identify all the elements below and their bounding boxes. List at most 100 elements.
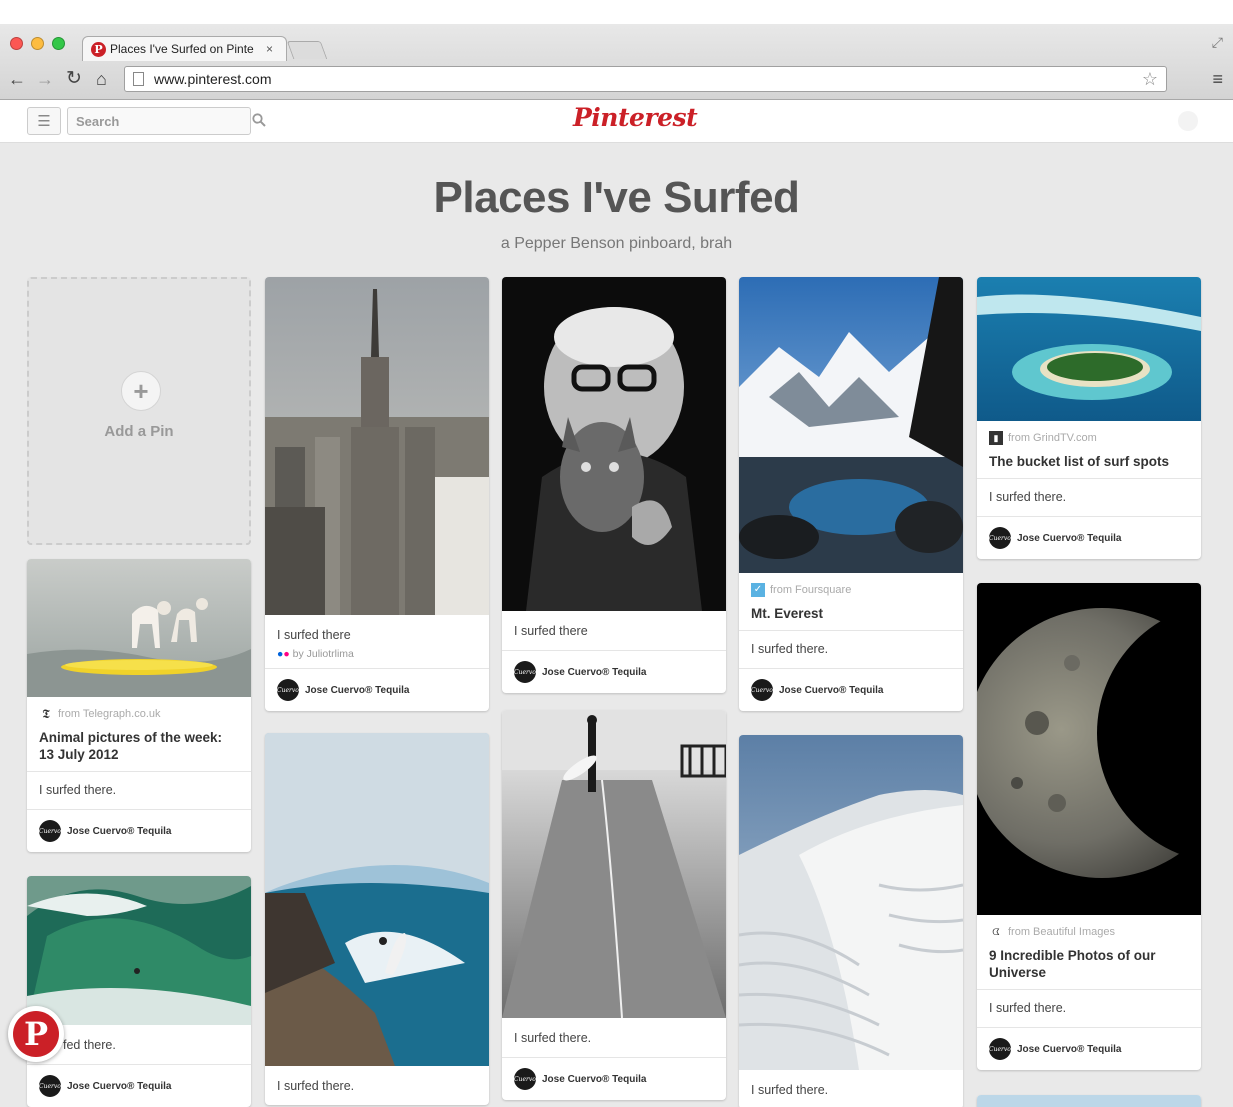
pin-source: from Telegraph.co.uk xyxy=(58,708,161,720)
pin-attribution[interactable]: Cuervo Jose Cuervo® Tequila xyxy=(977,1027,1201,1070)
search-icon[interactable] xyxy=(252,112,266,130)
pin-card[interactable] xyxy=(977,1095,1201,1107)
tab-title: Places I've Surfed on Pinte xyxy=(110,42,254,56)
pin-description: I surfed there. xyxy=(751,1083,829,1097)
pin-image-moon[interactable] xyxy=(977,583,1201,915)
pin-description: I surfed there. xyxy=(977,478,1201,516)
pin-image-dogs-surfing[interactable] xyxy=(27,559,251,697)
user-avatar[interactable] xyxy=(1178,111,1198,131)
beautiful-images-icon: ᗧ xyxy=(992,927,1000,937)
pin-image-white-sand-dune[interactable] xyxy=(739,735,963,1070)
pin-description: I surfed there xyxy=(514,624,588,638)
search-input[interactable] xyxy=(76,113,252,129)
pin-title[interactable]: Animal pictures of the week: 13 July 201… xyxy=(27,721,251,771)
close-window-button[interactable] xyxy=(10,37,23,50)
board-area: Places I've Surfed a Pepper Benson pinbo… xyxy=(0,143,1233,1107)
grindtv-icon: ▮ xyxy=(989,431,1003,445)
pin-attribution[interactable]: Cuervo Jose Cuervo® Tequila xyxy=(265,668,489,711)
back-arrow-icon[interactable]: ← xyxy=(8,70,26,88)
pin-attribution[interactable]: Cuervo Jose Cuervo® Tequila xyxy=(977,516,1201,559)
pin-attribution[interactable]: Cuervo Jose Cuervo® Tequila xyxy=(502,1057,726,1100)
pin-card[interactable]: I surfed there ●● by Juliotrlima Cuervo J… xyxy=(265,277,489,711)
pin-image-empire-state[interactable] xyxy=(265,277,489,615)
browser-tab[interactable]: P Places I've Surfed on Pinte × xyxy=(82,36,287,61)
pin-description: I surfed there. xyxy=(27,771,251,809)
avatar: Cuervo xyxy=(989,1038,1011,1060)
add-pin-label: Add a Pin xyxy=(104,423,174,440)
pin-via: by Juliotrlima xyxy=(292,648,354,660)
telegraph-icon: 𝕿 xyxy=(42,706,50,721)
pinterest-favicon-icon: P xyxy=(91,41,106,57)
browser-chrome: P Places I've Surfed on Pinte × ⤢ ← → ↻ … xyxy=(0,24,1233,100)
plus-icon: + xyxy=(121,371,161,411)
pinner-name: Jose Cuervo® Tequila xyxy=(67,1080,172,1092)
page-icon xyxy=(133,72,144,86)
pinner-name: Jose Cuervo® Tequila xyxy=(1017,532,1122,544)
pin-card[interactable]: I surfed there. xyxy=(265,733,489,1105)
foursquare-icon: ✓ xyxy=(751,583,765,597)
pin-card[interactable]: I surfed there. Cuervo Jose Cuervo® Tequi… xyxy=(502,710,726,1100)
add-pin-card[interactable]: + Add a Pin xyxy=(27,277,251,545)
pin-source: from Beautiful Images xyxy=(1008,926,1115,938)
pin-image-cliff-surfer[interactable] xyxy=(265,733,489,1066)
pin-source: from GrindTV.com xyxy=(1008,432,1097,444)
pin-title[interactable]: The bucket list of surf spots xyxy=(977,445,1201,478)
pin-attribution[interactable]: Cuervo Jose Cuervo® Tequila xyxy=(502,650,726,693)
pinner-name: Jose Cuervo® Tequila xyxy=(305,684,410,696)
pin-image-tropical-island[interactable] xyxy=(977,277,1201,421)
address-bar[interactable]: www.pinterest.com ☆ xyxy=(124,66,1167,92)
pin-it-button[interactable]: P xyxy=(8,1006,64,1062)
pin-attribution[interactable]: Cuervo Jose Cuervo® Tequila xyxy=(27,1064,251,1107)
pin-description: I surfed there. xyxy=(277,1079,355,1093)
pin-card[interactable]: ᗧ from Beautiful Images 9 Incredible Phot… xyxy=(977,583,1201,1070)
pin-card[interactable]: I surfed there. xyxy=(739,735,963,1107)
fullscreen-icon[interactable]: ⤢ xyxy=(1212,34,1223,51)
avatar: Cuervo xyxy=(514,661,536,683)
forward-arrow-icon[interactable]: → xyxy=(36,70,54,88)
url-text[interactable]: www.pinterest.com xyxy=(154,71,1142,87)
bookmark-star-icon[interactable]: ☆ xyxy=(1142,69,1158,90)
pinner-name: Jose Cuervo® Tequila xyxy=(779,684,884,696)
pin-card[interactable]: I surfed there Cuervo Jose Cuervo® Tequil… xyxy=(502,277,726,693)
hamburger-icon: ☰ xyxy=(37,113,51,130)
pinner-name: Jose Cuervo® Tequila xyxy=(67,825,172,837)
pin-description: I surfed there. xyxy=(514,1031,592,1045)
pin-attribution[interactable]: Cuervo Jose Cuervo® Tequila xyxy=(739,668,963,711)
pin-attribution[interactable]: Cuervo Jose Cuervo® Tequila xyxy=(27,809,251,852)
pin-image-lady-with-cat[interactable] xyxy=(502,277,726,611)
pinner-name: Jose Cuervo® Tequila xyxy=(542,1073,647,1085)
pinner-name: Jose Cuervo® Tequila xyxy=(1017,1043,1122,1055)
zoom-window-button[interactable] xyxy=(52,37,65,50)
pin-description: I surfed there. xyxy=(739,630,963,668)
board-title: Places I've Surfed xyxy=(433,173,800,222)
pin-image-surfer-on-road[interactable] xyxy=(502,710,726,1018)
avatar: Cuervo xyxy=(39,1075,61,1097)
avatar: Cuervo xyxy=(39,820,61,842)
reload-icon[interactable]: ↻ xyxy=(66,69,82,88)
tab-close-icon[interactable]: × xyxy=(266,42,273,56)
avatar: Cuervo xyxy=(277,679,299,701)
pin-card[interactable]: fed there. Cuervo Jose Cuervo® Tequila xyxy=(27,876,251,1107)
pin-image-partial[interactable] xyxy=(977,1095,1201,1107)
pin-card[interactable]: ✓ from Foursquare Mt. Everest I surfed th… xyxy=(739,277,963,711)
pin-card[interactable]: ▮ from GrindTV.com The bucket list of sur… xyxy=(977,277,1201,559)
pin-description: I surfed there. xyxy=(977,989,1201,1027)
category-menu-button[interactable]: ☰ xyxy=(27,107,61,135)
home-icon[interactable]: ⌂ xyxy=(96,70,107,88)
pin-card[interactable]: 𝕿from Telegraph.co.uk Animal pictures of… xyxy=(27,559,251,852)
avatar: Cuervo xyxy=(751,679,773,701)
board-subtitle: a Pepper Benson pinboard, brah xyxy=(500,235,733,252)
pin-title[interactable]: 9 Incredible Photos of our Universe xyxy=(977,939,1201,989)
pinterest-logo[interactable]: Pinterest xyxy=(573,103,698,132)
minimize-window-button[interactable] xyxy=(31,37,44,50)
avatar: Cuervo xyxy=(514,1068,536,1090)
browser-menu-icon[interactable]: ≡ xyxy=(1212,70,1223,88)
pinterest-p-icon: P xyxy=(13,1011,59,1057)
search-box[interactable] xyxy=(67,107,266,135)
pin-image-mt-everest[interactable] xyxy=(739,277,963,573)
new-tab-button[interactable] xyxy=(286,41,328,59)
pin-image-big-wave[interactable] xyxy=(27,876,251,1025)
pinterest-header: ☰ Pinterest xyxy=(0,100,1233,143)
pin-source: from Foursquare xyxy=(770,584,852,596)
pin-title[interactable]: Mt. Everest xyxy=(739,597,963,630)
